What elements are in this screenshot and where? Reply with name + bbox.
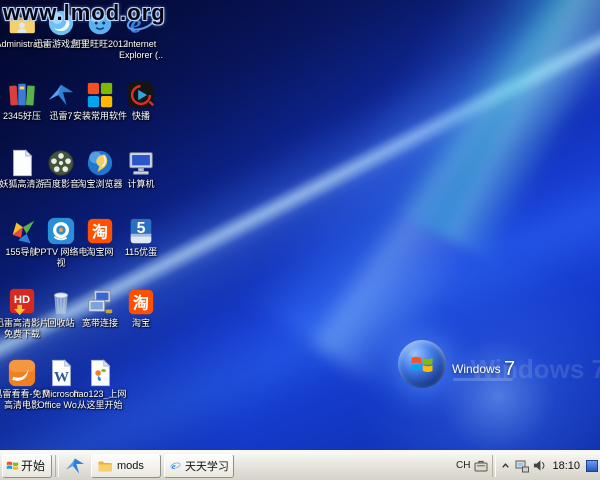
keyboard-ime-icon[interactable] <box>474 459 488 473</box>
desktop-icon-label: Internet Explorer (.. <box>111 39 171 61</box>
folder-icon <box>97 458 113 474</box>
ie-e-icon: e <box>170 458 181 474</box>
svg-text:5: 5 <box>137 220 146 237</box>
desktop-icon-label: hao123_上网从这里开始 <box>70 389 130 411</box>
disk-115-icon: 5 <box>126 216 156 246</box>
desktop-icon-label: 115优蛋 <box>111 247 171 258</box>
taskbar-clock[interactable]: 18:10 <box>552 460 580 472</box>
system-tray: CH <box>456 451 600 480</box>
hao123-page-icon <box>85 358 115 388</box>
start-button[interactable]: 开始 <box>2 454 52 478</box>
desktop-icon-taobao[interactable]: 淘淘宝 <box>111 287 171 329</box>
task-label: mods <box>117 460 144 472</box>
task-button-tiantianxuexi[interactable]: e 天天学习 - ... <box>164 454 234 478</box>
svg-text:淘: 淘 <box>92 223 108 242</box>
svg-text:HD: HD <box>14 294 30 306</box>
desktop-icon-label: 淘宝 <box>111 318 171 329</box>
wallpaper-light-beam <box>274 0 600 325</box>
desktop-icon-hao123[interactable]: hao123_上网从这里开始 <box>70 358 130 411</box>
start-label: 开始 <box>21 457 45 474</box>
quick-launch-xunlei[interactable] <box>62 453 88 479</box>
taskbar: 开始 mods e 天天学习 - ... CH <box>0 450 600 480</box>
windows7-branding: Windows 7 Windows 7 <box>380 332 600 422</box>
desktop-icon-computer[interactable]: 计算机 <box>111 148 171 190</box>
svg-text:e: e <box>172 461 176 471</box>
desktop-icon-label: 计算机 <box>111 179 171 190</box>
ime-language-indicator[interactable]: CH <box>456 460 470 471</box>
windows-flag-icon <box>410 352 434 376</box>
windows7-subtext-line <box>453 378 513 381</box>
desktop-icon-label: 快播 <box>111 111 171 122</box>
site-watermark: www.lmod.org <box>3 0 166 26</box>
network-icon[interactable] <box>515 459 529 473</box>
xunlei-bird-icon <box>64 455 86 477</box>
volume-icon[interactable] <box>533 459 546 472</box>
desktop-icon-115-udan[interactable]: 5 115优蛋 <box>111 216 171 258</box>
tray-app-icon[interactable] <box>586 460 598 472</box>
my-computer-icon <box>126 148 156 178</box>
task-label: 天天学习 - ... <box>185 458 228 474</box>
desktop[interactable]: Windows 7 Windows 7 Administrator迅雷游戏盒子阿… <box>0 0 600 450</box>
svg-text:W: W <box>54 369 69 385</box>
show-hidden-icons-chevron[interactable] <box>500 460 511 471</box>
taobao-tao-icon: 淘 <box>126 287 156 317</box>
taskbar-divider <box>55 455 59 477</box>
screen: Windows 7 Windows 7 Administrator迅雷游戏盒子阿… <box>0 0 600 480</box>
windows-start-icon <box>6 459 19 472</box>
task-button-mods[interactable]: mods <box>91 454 161 478</box>
qvod-player-icon <box>126 80 156 110</box>
tray-separator <box>492 455 496 477</box>
svg-text:淘: 淘 <box>133 294 149 313</box>
desktop-icon-qvod-player[interactable]: 快播 <box>111 80 171 122</box>
windows-orb-logo <box>398 340 446 388</box>
